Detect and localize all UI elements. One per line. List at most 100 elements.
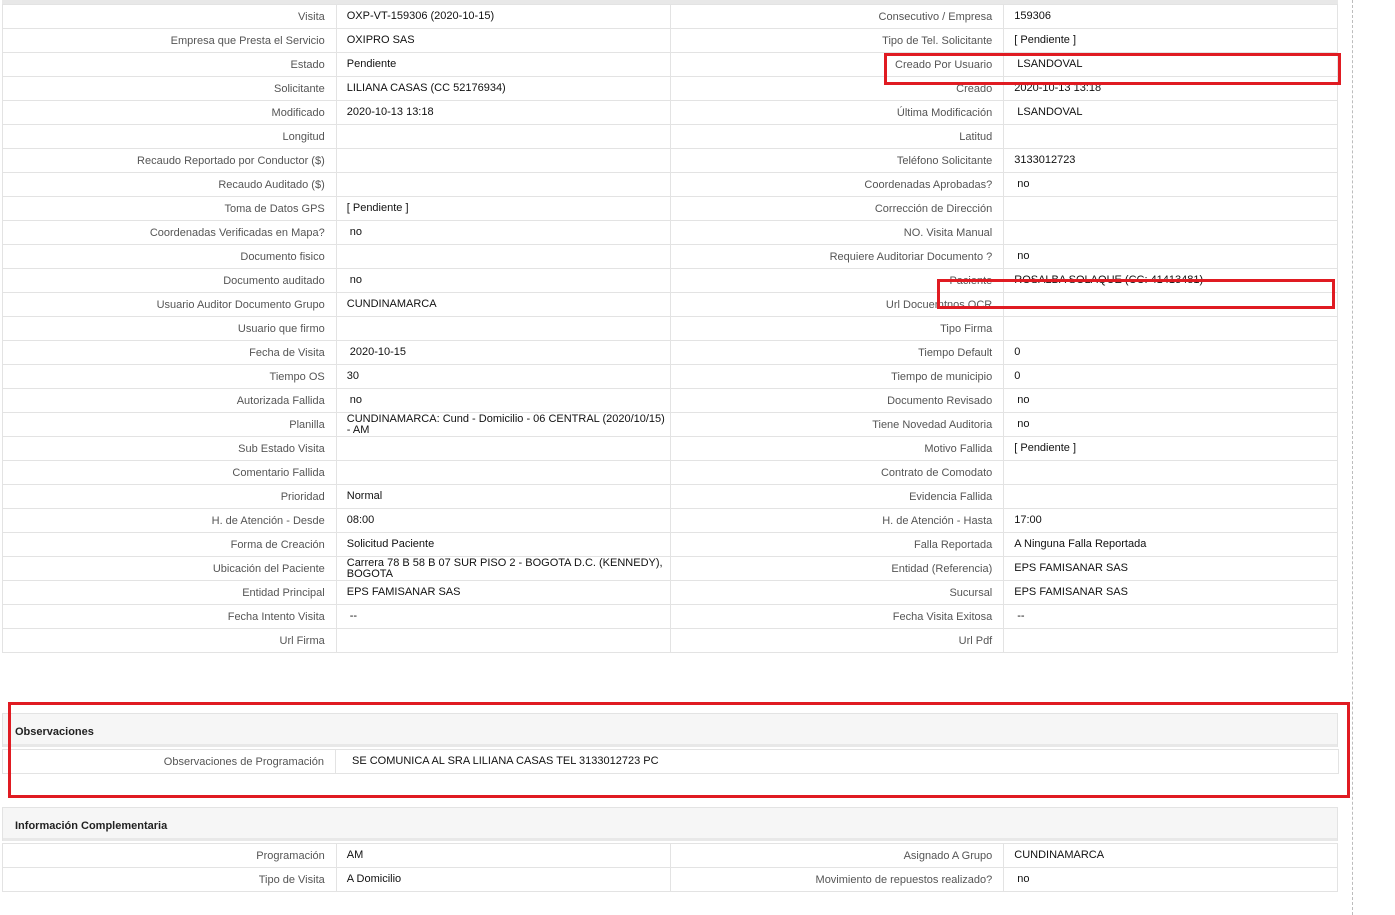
info-complementaria-table: Programación AM Asignado A Grupo CUNDINAMAR… <box>2 843 1338 892</box>
table-row: Forma de Creación Solicitud Paciente Falla… <box>2 532 1338 557</box>
table-row: Url Firma Url Pdf <box>2 628 1338 653</box>
table-row: Toma de Datos GPS[ Pendiente ] Corrección… <box>2 196 1338 221</box>
field-value <box>1003 292 1338 317</box>
field-label: Recaudo Reportado por Conductor ($) <box>2 148 337 173</box>
field-value: CUNDINAMARCA <box>335 292 671 317</box>
field-value: 0 <box>1003 340 1338 365</box>
field-value: -- <box>335 604 671 629</box>
field-value: no <box>1003 172 1338 197</box>
table-row: Usuario Auditor Documento Grupo CUNDINAMA… <box>2 292 1338 317</box>
field-label: Comentario Fallida <box>2 460 337 485</box>
field-value: no <box>335 268 671 293</box>
field-value: -- <box>1003 604 1338 629</box>
table-row: Documento fisico Requiere Auditoriar Docu… <box>2 244 1338 269</box>
field-value <box>335 316 671 341</box>
table-row: Tipo de Visita A Domicilio Movimiento de r… <box>2 867 1338 892</box>
field-label: Ubicación del Paciente <box>2 556 337 581</box>
field-label: Toma de Datos GPS <box>2 196 337 221</box>
field-value: [ Pendiente ] <box>335 196 671 221</box>
visit-details-table: Visita OXP-VT-159306 (2020-10-15) Consecut… <box>2 4 1338 653</box>
field-label: Tiempo OS <box>2 364 337 389</box>
field-value <box>1003 460 1338 485</box>
field-value <box>335 460 671 485</box>
field-label: Tipo de Visita <box>2 867 337 892</box>
field-label: Coordenadas Verificadas en Mapa? <box>2 220 337 245</box>
observaciones-header: Observaciones <box>2 713 1338 747</box>
table-row: Comentario Fallida Contrato de Comodato <box>2 460 1338 485</box>
field-value: CUNDINAMARCA: Cund - Domicilio - 06 CENT… <box>335 412 671 437</box>
field-label: Fecha Intento Visita <box>2 604 337 629</box>
field-value: Pendiente <box>335 52 671 77</box>
field-value: no <box>1003 412 1338 437</box>
field-value: no <box>1003 867 1338 892</box>
field-label: Tiene Novedad Auditoria <box>669 412 1005 437</box>
field-value <box>1003 484 1338 509</box>
observaciones-title: Observaciones <box>15 726 94 738</box>
field-label: Motivo Fallida <box>669 436 1005 461</box>
field-value: A Domicilio <box>335 867 671 892</box>
field-label: Fecha Visita Exitosa <box>669 604 1005 629</box>
field-value: no <box>1003 244 1338 269</box>
field-value: Solicitud Paciente <box>335 532 671 557</box>
field-value: EPS FAMISANAR SAS <box>1003 580 1338 605</box>
field-value: 08:00 <box>335 508 671 533</box>
field-label: Sucursal <box>669 580 1005 605</box>
field-label: Entidad (Referencia) <box>669 556 1005 581</box>
observaciones-table: Observaciones de Programación SE COMUNIC… <box>2 749 1339 774</box>
field-label: Usuario Auditor Documento Grupo <box>2 292 337 317</box>
field-value <box>1003 220 1338 245</box>
field-value: OXIPRO SAS <box>335 28 671 53</box>
field-value: CUNDINAMARCA <box>1003 843 1338 868</box>
table-row: Ubicación del Paciente Carrera 78 B 58 B … <box>2 556 1338 581</box>
field-label: Documento fisico <box>2 244 337 269</box>
field-value <box>335 628 671 653</box>
table-row: Coordenadas Verificadas en Mapa? no NO. Vi… <box>2 220 1338 245</box>
field-value: 2020-10-15 <box>335 340 671 365</box>
field-value <box>335 172 671 197</box>
table-row: Usuario que firmo Tipo Firma <box>2 316 1338 341</box>
field-value <box>1003 628 1338 653</box>
table-row: H. de Atención - Desde 08:00 H. de Atenció… <box>2 508 1338 533</box>
field-label: Tiempo Default <box>669 340 1005 365</box>
field-label: Fecha de Visita <box>2 340 337 365</box>
field-label: Evidencia Fallida <box>669 484 1005 509</box>
table-row: Documento auditado no Paciente ROSALBA SOLA… <box>2 268 1338 293</box>
field-value <box>335 124 671 149</box>
field-value: ROSALBA SOLAQUE (CC: 41413481) <box>1003 268 1338 293</box>
table-row: Observaciones de Programación SE COMUNIC… <box>2 749 1339 774</box>
field-value: no <box>1003 388 1338 413</box>
field-label: Documento Revisado <box>669 388 1005 413</box>
field-label: Creado <box>669 76 1005 101</box>
table-row: Fecha de Visita 2020-10-15 Tiempo Default 0 <box>2 340 1338 365</box>
field-value: EPS FAMISANAR SAS <box>1003 556 1338 581</box>
field-label: Programación <box>2 843 337 868</box>
table-row: Prioridad Normal Evidencia Fallida <box>2 484 1338 509</box>
table-row: Empresa que Presta el Servicio OXIPRO SAS… <box>2 28 1338 53</box>
field-label: Consecutivo / Empresa <box>669 4 1005 29</box>
field-label: Asignado A Grupo <box>669 843 1005 868</box>
field-value: A Ninguna Falla Reportada <box>1003 532 1338 557</box>
table-row: Entidad Principal EPS FAMISANAR SAS Sucurs… <box>2 580 1338 605</box>
field-value: OXP-VT-159306 (2020-10-15) <box>335 4 671 29</box>
field-label: Planilla <box>2 412 337 437</box>
field-label: Sub Estado Visita <box>2 436 337 461</box>
field-label: Latitud <box>669 124 1005 149</box>
field-label: Longitud <box>2 124 337 149</box>
field-label: Modificado <box>2 100 337 125</box>
field-label: Contrato de Comodato <box>669 460 1005 485</box>
field-label: Observaciones de Programación <box>2 749 336 774</box>
table-row: Recaudo Auditado ($) Coordenadas Aprobada… <box>2 172 1338 197</box>
field-label: Visita <box>2 4 337 29</box>
field-label: Entidad Principal <box>2 580 337 605</box>
field-label: Tiempo de municipio <box>669 364 1005 389</box>
field-value: EPS FAMISANAR SAS <box>335 580 671 605</box>
field-label: Requiere Auditoriar Documento ? <box>669 244 1005 269</box>
table-row: Modificado 2020-10-13 13:18 Última Modific… <box>2 100 1338 125</box>
field-value: 17:00 <box>1003 508 1338 533</box>
field-value: Carrera 78 B 58 B 07 SUR PISO 2 - BOGOTA… <box>335 556 671 581</box>
field-label: Corrección de Dirección <box>669 196 1005 221</box>
field-label: Url Docuemtnos OCR <box>669 292 1005 317</box>
field-value: [ Pendiente ] <box>1003 28 1338 53</box>
field-label: Movimiento de repuestos realizado? <box>669 867 1005 892</box>
field-label: Solicitante <box>2 76 337 101</box>
